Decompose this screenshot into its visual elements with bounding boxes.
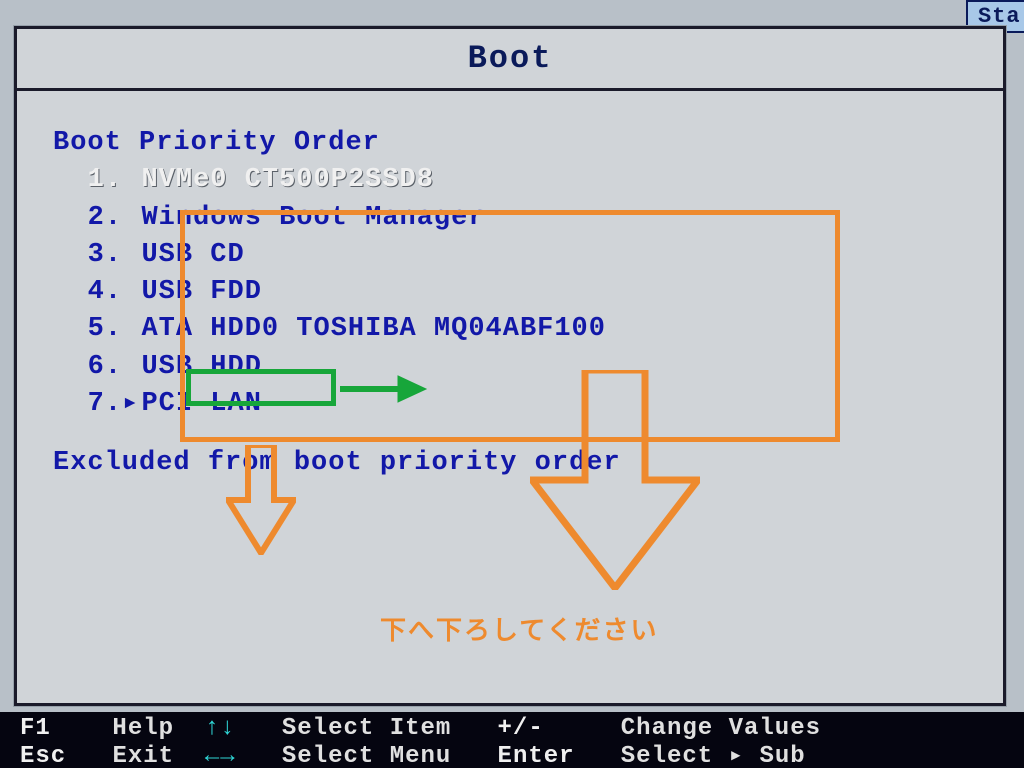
boot-item-1[interactable]: 1. NVMe0 CT500P2SSD8 <box>53 162 967 199</box>
hint-row-1: F1 Help ↑↓ Select Item +/- Change Values <box>20 715 1004 743</box>
boot-item-number: 5 <box>53 311 105 348</box>
boot-item-5[interactable]: 5. ATA HDD0 TOSHIBA MQ04ABF100 <box>53 311 967 348</box>
boot-item-label: USB CD <box>141 240 244 270</box>
boot-priority-list[interactable]: 1. NVMe0 CT500P2SSD82. Windows Boot Mana… <box>53 162 967 423</box>
page-title: Boot <box>17 29 1003 91</box>
boot-item-label: USB FDD <box>141 277 261 307</box>
boot-item-label: USB HDD <box>141 352 261 382</box>
boot-item-label: ATA HDD0 TOSHIBA MQ04ABF100 <box>141 314 605 344</box>
boot-item-number: 3 <box>53 237 105 274</box>
hint-row-2: Esc Exit ←→ Select Menu Enter Select ▸ S… <box>20 743 1004 768</box>
bios-window: Boot Boot Priority Order 1. NVMe0 CT500P… <box>14 26 1006 706</box>
boot-item-marker <box>122 349 141 386</box>
boot-item-marker <box>122 237 141 274</box>
boot-item-7[interactable]: 7.▸PCI LAN <box>53 386 967 423</box>
boot-item-marker <box>122 200 141 237</box>
boot-item-label: PCI LAN <box>141 389 261 419</box>
boot-item-number: 6 <box>53 349 105 386</box>
boot-item-3[interactable]: 3. USB CD <box>53 237 967 274</box>
excluded-heading: Excluded from boot priority order <box>53 445 967 482</box>
boot-item-2[interactable]: 2. Windows Boot Manager <box>53 200 967 237</box>
boot-item-number: 7 <box>53 386 105 423</box>
boot-item-number: 4 <box>53 274 105 311</box>
boot-item-number: 1 <box>53 162 105 199</box>
boot-item-number: 2 <box>53 200 105 237</box>
boot-item-label: NVMe0 CT500P2SSD8 <box>141 165 433 195</box>
boot-item-label: Windows Boot Manager <box>141 203 485 233</box>
boot-item-marker: ▸ <box>122 386 141 423</box>
boot-content: Boot Priority Order 1. NVMe0 CT500P2SSD8… <box>17 91 1003 492</box>
key-hint-bar: F1 Help ↑↓ Select Item +/- Change Values… <box>0 712 1024 768</box>
boot-item-marker <box>122 162 141 199</box>
boot-item-marker <box>122 274 141 311</box>
boot-item-6[interactable]: 6. USB HDD <box>53 349 967 386</box>
boot-priority-heading: Boot Priority Order <box>53 125 967 162</box>
boot-item-marker <box>122 311 141 348</box>
boot-item-4[interactable]: 4. USB FDD <box>53 274 967 311</box>
